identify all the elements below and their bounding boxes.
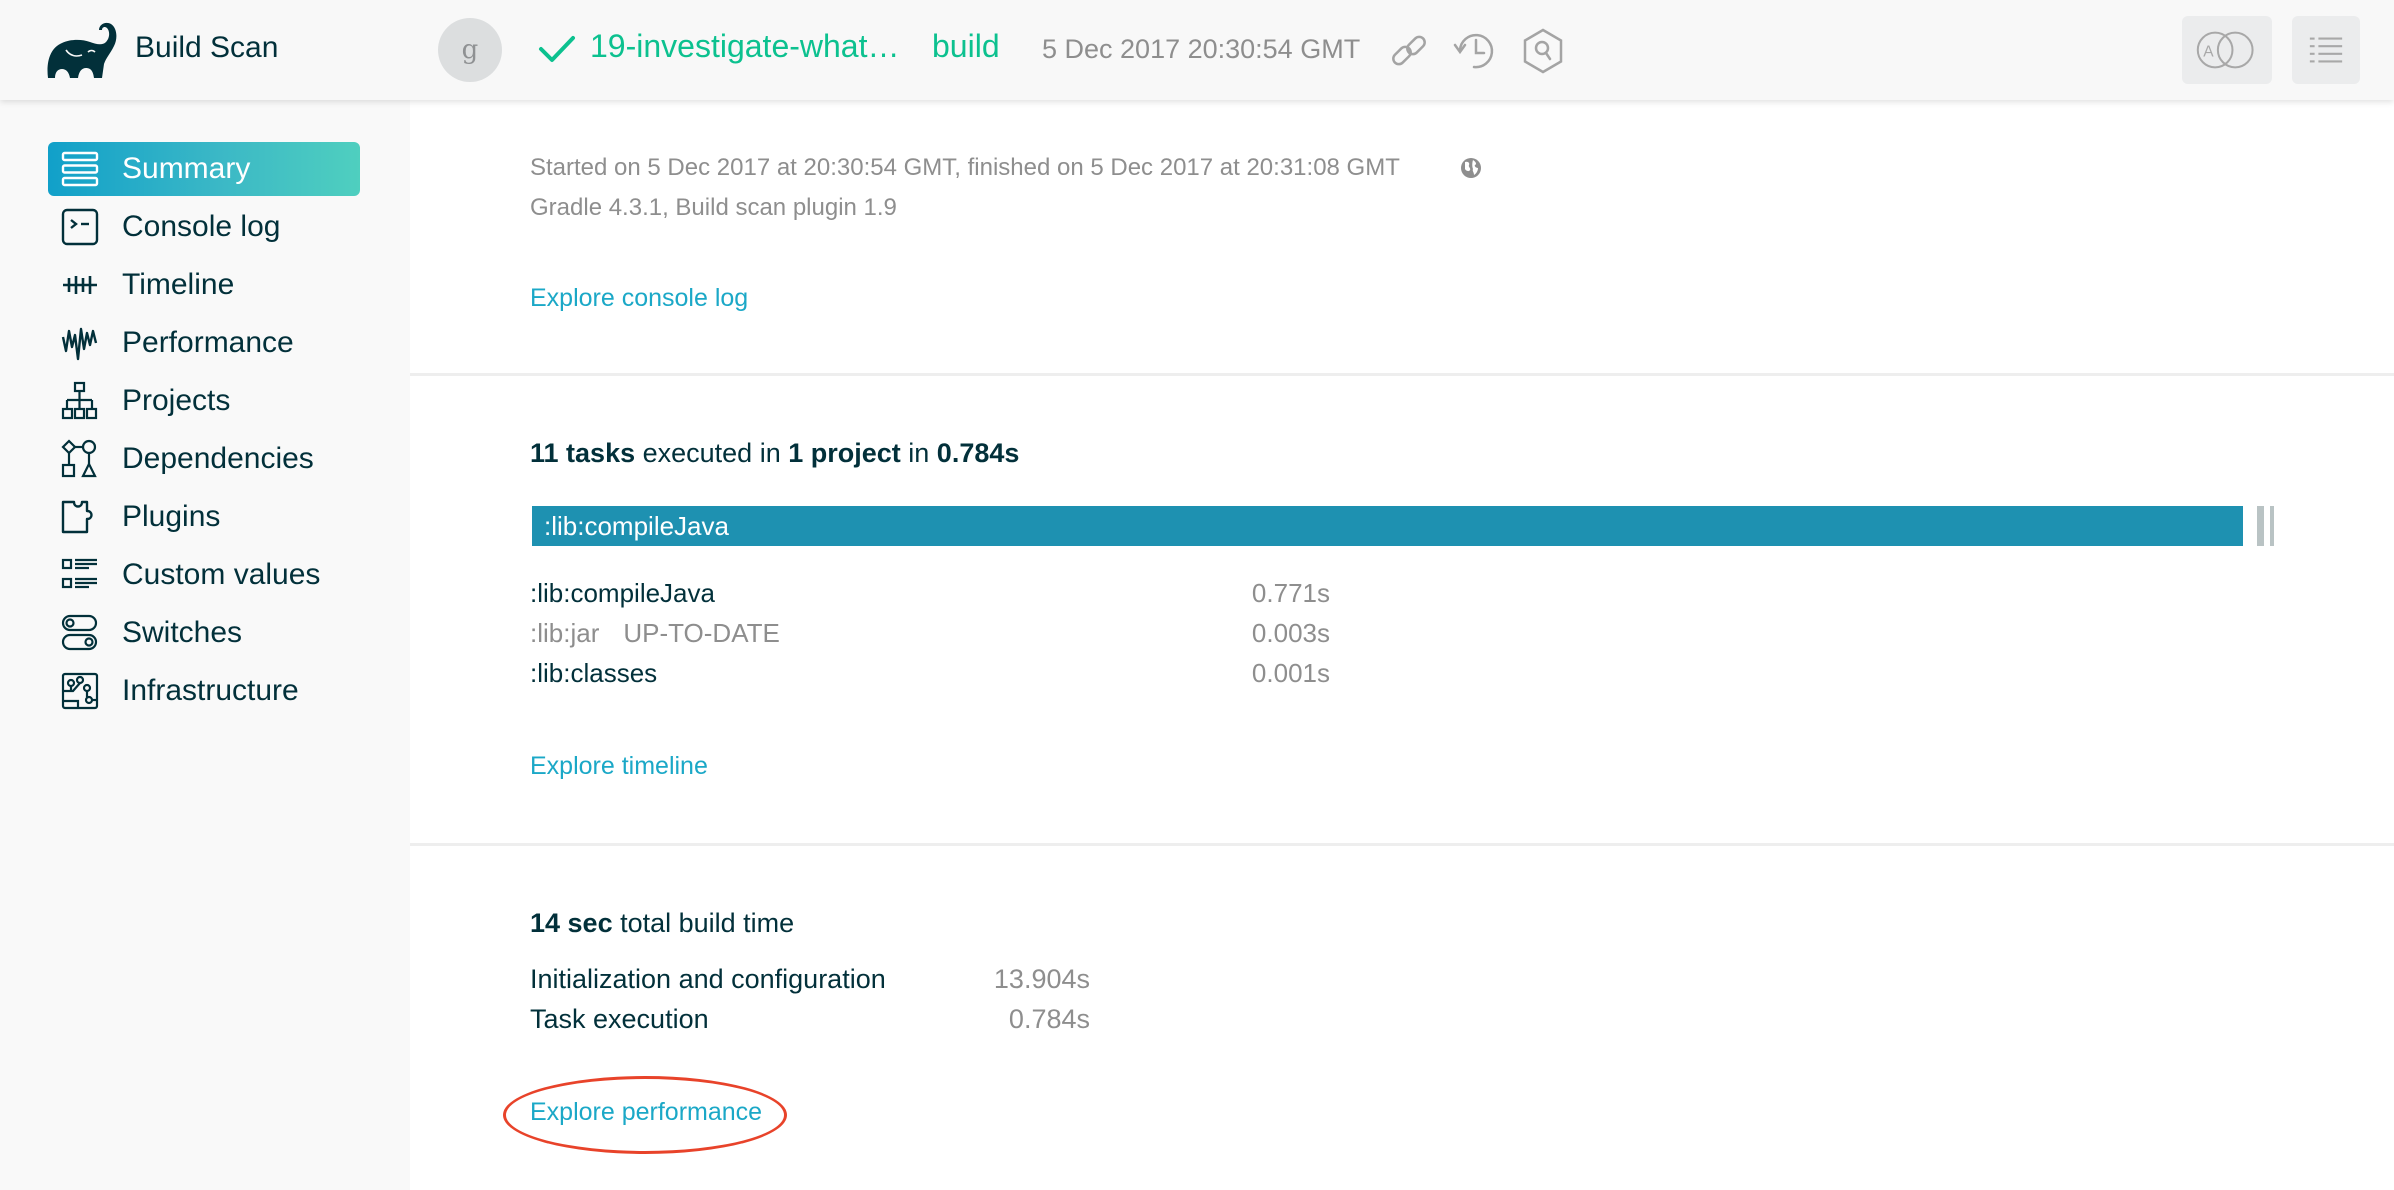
globe-icon[interactable] [1460,157,1482,179]
sidebar-item-timeline[interactable]: Timeline [48,258,360,312]
tasks-summary-heading: 11 tasks executed in 1 project in 0.784s [530,438,1019,469]
link-icon[interactable] [1386,28,1432,74]
sidebar-item-label: Dependencies [122,442,314,475]
build-phase-label: Initialization and configuration [530,964,886,994]
compare-letter: A [2203,43,2214,60]
timeline-task-label: :lib:compileJava [544,510,729,541]
search-scans-icon[interactable] [1520,28,1566,74]
sidebar-item-label: Infrastructure [122,674,299,707]
sidebar-item-label: Custom values [122,558,321,591]
summary-icon [60,149,100,189]
heading-text: executed in [635,438,789,468]
build-phase-duration: 0.784s [1008,1004,1090,1034]
explore-timeline-link[interactable]: Explore timeline [530,752,708,781]
sidebar-item-label: Summary [122,152,251,185]
sidebar-item-infrastructure[interactable]: Infrastructure [48,664,360,718]
timeline-task-bar[interactable]: :lib:compileJava [532,506,2244,546]
app-title: Build Scan [135,31,279,64]
infrastructure-icon [60,671,100,711]
switches-icon [60,613,100,653]
task-name: :lib:compileJava [530,578,739,609]
project-count: 1 project [788,438,901,468]
task-timeline-bar[interactable]: :lib:compileJava [532,506,2332,546]
sidebar-item-label: Plugins [122,500,221,533]
plugins-icon [60,497,100,537]
section-divider [410,373,2394,376]
top-header: Build Scan g 19-investigate-what… build … [0,0,2394,100]
task-name: :lib:jar UP-TO-DATE [530,618,780,649]
menu-button[interactable] [2292,16,2360,84]
sidebar-item-label: Timeline [122,268,235,301]
dependencies-icon [60,439,100,479]
sidebar-item-summary[interactable]: Summary [48,142,360,196]
total-build-time: 14 sec [530,908,613,938]
task-row[interactable]: :lib:classes 0.001s [530,658,1330,698]
task-duration: 0.003s [1251,618,1330,648]
success-check-icon [538,34,576,64]
build-project-name: 19-investigate-what… [590,28,900,64]
sidebar-item-custom-values[interactable]: Custom values [48,548,360,602]
task-path: :lib:compileJava [530,578,715,608]
performance-icon [60,323,100,363]
task-duration: 0.771s [1251,578,1330,608]
sidebar-item-label: Performance [122,326,294,359]
build-timestamp: 5 Dec 2017 20:30:54 GMT [1042,34,1361,64]
sidebar-item-console-log[interactable]: Console log [48,200,360,254]
heading-text: total build time [612,908,795,938]
gradle-elephant-logo-icon[interactable] [44,22,120,80]
task-row[interactable]: :lib:compileJava 0.771s [530,578,1330,618]
menu-list-icon [2309,37,2343,63]
task-path: :lib:jar [530,618,600,648]
console-icon [60,207,100,247]
sidebar-item-dependencies[interactable]: Dependencies [48,432,360,486]
user-avatar[interactable]: g [438,18,502,82]
timeline-task-bar[interactable] [2257,506,2264,546]
task-duration: 0.001s [1251,658,1330,688]
sidebar-item-switches[interactable]: Switches [48,606,360,660]
projects-icon [60,381,100,421]
explore-console-log-link[interactable]: Explore console log [530,284,748,313]
gradle-version-text: Gradle 4.3.1, Build scan plugin 1.9 [530,194,897,221]
task-outcome: UP-TO-DATE [623,618,780,648]
compare-button[interactable]: A [2182,16,2272,84]
heading-text: in [900,438,937,468]
history-icon[interactable] [1452,28,1498,74]
custom-values-icon [60,555,100,595]
sidebar-item-plugins[interactable]: Plugins [48,490,360,544]
build-phase-label: Task execution [530,1004,709,1034]
sidebar-item-projects[interactable]: Projects [48,374,360,428]
task-path: :lib:classes [530,658,658,688]
task-count: 11 tasks [530,438,636,468]
sidebar-item-label: Projects [122,384,231,417]
explore-performance-link[interactable]: Explore performance [530,1098,762,1127]
sidebar-item-performance[interactable]: Performance [48,316,360,370]
sidebar-item-label: Console log [122,210,281,243]
section-divider [410,843,2394,846]
task-name: :lib:classes [530,658,681,689]
build-requested-task: build [932,28,1000,64]
task-duration: 0.784s [936,438,1020,468]
build-phase-duration: 13.904s [993,964,1090,994]
build-start-finish-text: Started on 5 Dec 2017 at 20:30:54 GMT, f… [530,154,1400,181]
sidebar-item-label: Switches [122,616,243,649]
timeline-task-bar[interactable] [2269,506,2274,546]
timeline-icon [60,265,100,305]
build-time-heading: 14 sec total build time [530,908,794,939]
compare-icon: A [2196,31,2254,69]
task-row[interactable]: :lib:jar UP-TO-DATE 0.003s [530,618,1330,658]
